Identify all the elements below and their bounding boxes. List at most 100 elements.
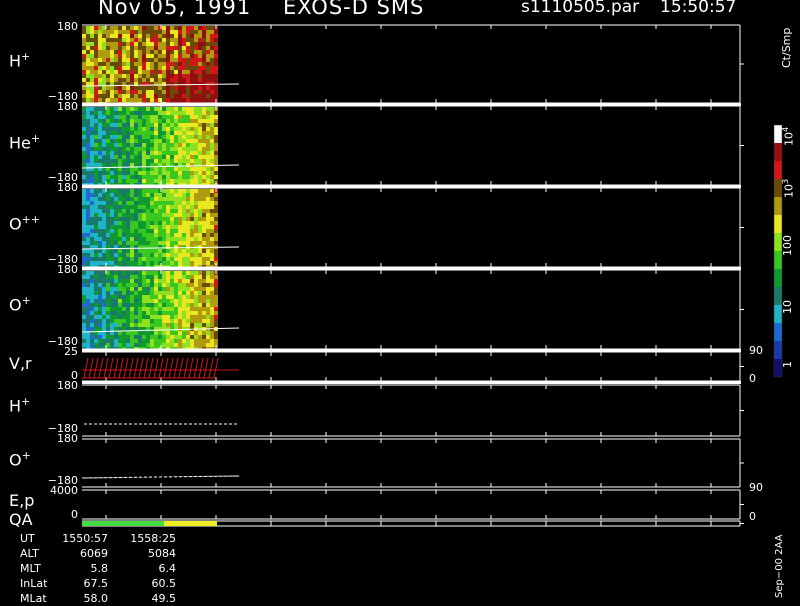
spectrogram-cell <box>90 42 94 46</box>
spectrogram-cell <box>146 271 150 275</box>
spectrogram-cell <box>150 303 154 307</box>
spectrogram-cell <box>166 335 170 339</box>
spectrogram-cell <box>190 167 194 171</box>
spectrogram-cell <box>206 111 210 115</box>
spectrogram-cell <box>178 189 182 193</box>
spectrogram-cell <box>90 303 94 307</box>
spectrogram-cell <box>114 307 118 311</box>
spectrogram-cell <box>206 90 210 94</box>
spectrogram-cell <box>114 271 118 275</box>
spectrogram-cell <box>162 299 166 303</box>
spectrogram-cell <box>122 197 126 201</box>
spectrogram-cell <box>122 98 126 102</box>
spectrogram-cell <box>170 119 174 123</box>
spectrogram-cell <box>86 271 90 275</box>
spectrogram-cell <box>98 299 102 303</box>
spectrogram-cell <box>166 66 170 70</box>
spectrogram-cell <box>154 66 158 70</box>
spectrogram-cell <box>158 171 162 175</box>
spectrogram-cell <box>138 50 142 54</box>
spectrogram-cell <box>126 159 130 163</box>
spectrogram-cell <box>178 119 182 123</box>
spectrogram-cell <box>130 123 134 127</box>
spectrogram-cell <box>214 307 218 311</box>
spectrogram-cell <box>174 205 178 209</box>
spectrogram-cell <box>182 335 186 339</box>
spectrogram-cell <box>122 319 126 323</box>
spectrogram-cell <box>166 86 170 90</box>
spectrogram-cell <box>90 189 94 193</box>
spectrogram-cell <box>110 303 114 307</box>
spectrogram-cell <box>86 323 90 327</box>
spectrogram-cell <box>186 62 190 66</box>
spectrogram-cell <box>134 253 138 257</box>
spectrogram-cell <box>146 291 150 295</box>
spectrogram-cell <box>110 253 114 257</box>
spectrogram-cell <box>174 54 178 58</box>
spectrogram-cell <box>102 155 106 159</box>
spectrogram-cell <box>174 86 178 90</box>
spectrogram-cell <box>142 42 146 46</box>
spectrogram-cell <box>182 261 186 265</box>
spectrogram-cell <box>186 54 190 58</box>
spectrogram-cell <box>122 209 126 213</box>
spectrogram-cell <box>202 237 206 241</box>
spectrogram-cell <box>154 261 158 265</box>
spectrogram-cell <box>90 119 94 123</box>
spectrogram-cell <box>102 327 106 331</box>
spectrogram-cell <box>114 241 118 245</box>
spectrogram-cell <box>90 221 94 225</box>
spectrogram-cell <box>138 193 142 197</box>
spectrogram-cell <box>178 139 182 143</box>
spectrogram-cell <box>178 123 182 127</box>
spectrogram-cell <box>94 62 98 66</box>
spectrogram-cell <box>94 94 98 98</box>
spectrogram-cell <box>118 26 122 30</box>
spectrogram-cell <box>146 131 150 135</box>
spectrogram-cell <box>130 229 134 233</box>
spectrogram-cell <box>162 98 166 102</box>
spectrogram-cell <box>134 159 138 163</box>
spectrogram-cell <box>102 253 106 257</box>
spectrogram-cell <box>170 327 174 331</box>
spectrogram-cell <box>106 50 110 54</box>
spectrogram-cell <box>178 209 182 213</box>
spectrogram-cell <box>106 213 110 217</box>
spectrogram-cell <box>98 163 102 167</box>
spectrogram-cell <box>206 331 210 335</box>
spectrogram-cell <box>190 335 194 339</box>
spectrogram-cell <box>194 143 198 147</box>
spectrogram-cell <box>118 291 122 295</box>
spectrogram-cell <box>210 70 214 74</box>
spectrogram-cell <box>210 42 214 46</box>
spectrogram-cell <box>130 143 134 147</box>
spectrogram-cell <box>158 335 162 339</box>
spectrogram-cell <box>158 295 162 299</box>
spectrogram-cell <box>186 323 190 327</box>
spectrogram-cell <box>114 151 118 155</box>
spectrogram-cell <box>162 319 166 323</box>
spectrogram-cell <box>106 311 110 315</box>
tick-he-max: 180 <box>57 100 78 113</box>
spectrogram-cell <box>86 163 90 167</box>
spectrogram-cell <box>150 78 154 82</box>
spectrogram-cell <box>110 175 114 179</box>
spectrogram-cell <box>134 323 138 327</box>
spectrogram-cell <box>98 311 102 315</box>
spectrogram-cell <box>142 343 146 347</box>
spectrogram-cell <box>182 279 186 283</box>
spectrogram-cell <box>206 291 210 295</box>
spectrogram-cell <box>142 261 146 265</box>
spectrogram-cell <box>174 237 178 241</box>
spectrogram-cell <box>194 343 198 347</box>
spectrogram-cell <box>170 221 174 225</box>
spectrogram-cell <box>150 58 154 62</box>
spectrogram-cell <box>170 74 174 78</box>
spectrogram-cell <box>86 147 90 151</box>
spectrogram-cell <box>178 311 182 315</box>
spectrogram-cell <box>170 307 174 311</box>
spectrogram-cell <box>122 86 126 90</box>
spectrogram-cell <box>154 189 158 193</box>
spectrogram-cell <box>174 339 178 343</box>
spectrogram-cell <box>174 167 178 171</box>
